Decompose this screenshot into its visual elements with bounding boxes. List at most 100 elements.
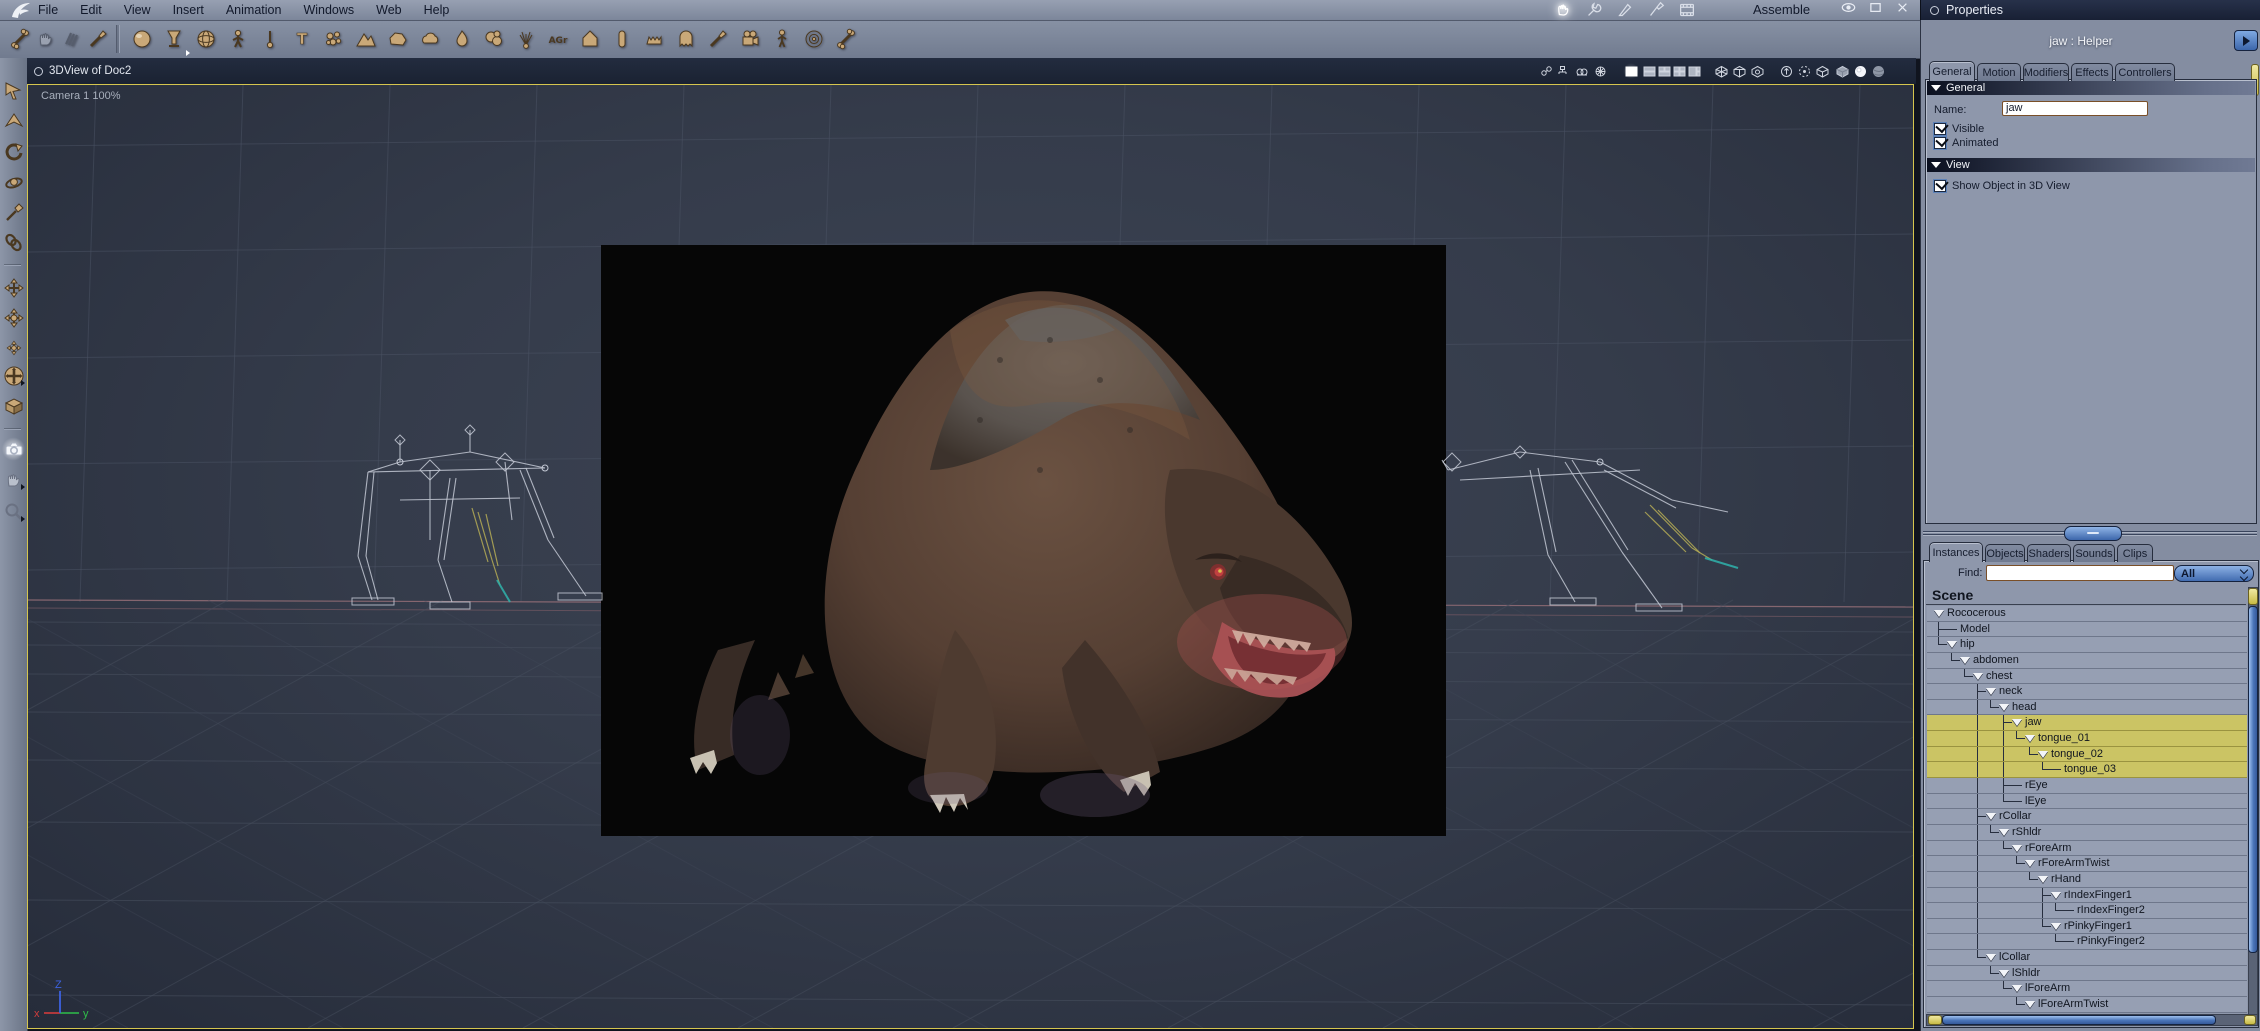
eye-icon[interactable] xyxy=(1840,0,1857,21)
insert-terrain-tool[interactable] xyxy=(354,26,378,52)
caged-sphere-icon[interactable] xyxy=(1592,63,1608,79)
properties-title-bar[interactable]: Properties xyxy=(1920,0,2260,20)
working-box-b-icon[interactable] xyxy=(1731,63,1747,79)
expand-triangle-icon[interactable] xyxy=(1960,656,1970,664)
tree-row-rindexfinger2[interactable]: rIndexFinger2 xyxy=(1927,903,2247,919)
pan-xyz-tool[interactable] xyxy=(2,276,25,300)
wrench-mode-icon[interactable] xyxy=(1583,1,1605,19)
expand-triangle-icon[interactable] xyxy=(2012,719,2022,727)
scale-tool[interactable] xyxy=(2,171,25,195)
hand-pan-tool[interactable] xyxy=(2,468,25,492)
hand-mode-icon[interactable] xyxy=(1552,1,1574,19)
show-object-checkbox[interactable] xyxy=(1934,180,1946,192)
close-icon[interactable] xyxy=(1894,0,1911,21)
camera-track-icon[interactable] xyxy=(1573,63,1589,79)
pan-plane-tool[interactable] xyxy=(2,306,25,330)
view-section-header[interactable]: View xyxy=(1927,158,2255,172)
show-object-checkbox-row[interactable]: Show Object in 3D View xyxy=(1934,180,2070,192)
expand-triangle-icon[interactable] xyxy=(1986,813,1996,821)
tab-controllers[interactable]: Controllers xyxy=(2115,63,2175,81)
maximize-icon[interactable] xyxy=(1867,0,1884,21)
paint-3d-tool[interactable] xyxy=(86,26,110,52)
insert-spray-tool[interactable] xyxy=(706,26,730,52)
tree-row-rshldr[interactable]: rShldr xyxy=(1927,824,2247,841)
expand-triangle-icon[interactable] xyxy=(2025,860,2035,868)
tree-row-lforearmtwist[interactable]: lForeArmTwist xyxy=(1927,997,2247,1013)
find-input[interactable] xyxy=(1986,565,2174,581)
layout-custom-icon[interactable] xyxy=(1686,63,1702,79)
menu-help[interactable]: Help xyxy=(424,3,450,17)
tree-row-abdomen[interactable]: abdomen xyxy=(1927,652,2247,669)
rotate-tool[interactable] xyxy=(2,141,25,165)
tree-row-rpinkyfinger2[interactable]: rPinkyFinger2 xyxy=(1927,934,2247,951)
tree-row-rcollar[interactable]: rCollar xyxy=(1927,809,2247,825)
pan-small-tool[interactable] xyxy=(2,336,25,360)
general-section-header[interactable]: General xyxy=(1927,81,2255,95)
expand-triangle-icon[interactable] xyxy=(1999,969,2009,977)
expand-triangle-icon[interactable] xyxy=(1986,954,1996,962)
viewport-canvas[interactable]: x y Z xyxy=(28,85,1913,1028)
tree-row-rococerous[interactable]: Rococerous xyxy=(1927,606,2247,622)
tree-scrollbar-thumb[interactable] xyxy=(2248,606,2258,953)
tree-row-rforearmtwist[interactable]: rForeArmTwist xyxy=(1927,856,2247,872)
tree-row-lforearm[interactable]: lForeArm xyxy=(1927,981,2247,998)
tree-row-chest[interactable]: chest xyxy=(1927,668,2247,685)
insert-globe-tool[interactable] xyxy=(194,26,218,52)
send-origin-icon[interactable] xyxy=(1778,63,1794,79)
tree-hscrollbar-right-cap[interactable] xyxy=(2244,1015,2256,1025)
tree-row-rhand[interactable]: rHand xyxy=(1927,871,2247,888)
menu-animation[interactable]: Animation xyxy=(226,3,282,17)
select-tool[interactable] xyxy=(2,80,25,104)
insert-rock-tool[interactable] xyxy=(386,26,410,52)
expand-triangle-icon[interactable] xyxy=(1999,828,2009,836)
tree-row-lshldr[interactable]: lShldr xyxy=(1927,965,2247,982)
insert-denture-tool[interactable] xyxy=(642,26,666,52)
textured-sphere-icon[interactable] xyxy=(1870,63,1886,79)
tab-modifiers[interactable]: Modifiers xyxy=(2023,63,2069,81)
tree-row-jaw[interactable]: jaw xyxy=(1927,715,2247,732)
splitter-handle[interactable] xyxy=(2064,526,2122,541)
tab-shaders[interactable]: Shaders xyxy=(2027,544,2071,562)
viewport-title-bar[interactable]: 3DView of Doc2 xyxy=(27,58,1916,84)
menu-insert[interactable]: Insert xyxy=(173,3,204,17)
menu-file[interactable]: File xyxy=(38,3,58,17)
tree-row-reye[interactable]: rEye xyxy=(1927,778,2247,794)
expand-triangle-icon[interactable] xyxy=(2038,875,2048,883)
visible-checkbox[interactable] xyxy=(1934,123,1946,135)
zoom-tool[interactable] xyxy=(2,500,25,524)
insert-capsule-tool[interactable] xyxy=(610,26,634,52)
tab-objects[interactable]: Objects xyxy=(1985,544,2025,562)
insert-autogroup-tool[interactable]: AGr xyxy=(546,26,570,52)
insert-camera-tool[interactable] xyxy=(738,26,762,52)
tree-row-leye[interactable]: lEye xyxy=(1927,793,2247,810)
insert-cloud-tool[interactable] xyxy=(418,26,442,52)
lit-sphere-icon[interactable] xyxy=(1852,63,1868,79)
interpolation-icon[interactable] xyxy=(1538,63,1554,79)
layout-single-icon[interactable] xyxy=(1623,63,1639,79)
panel-splitter[interactable] xyxy=(1921,524,2260,543)
tree-scrollbar-top-cap[interactable] xyxy=(2248,588,2258,605)
menu-web[interactable]: Web xyxy=(376,3,401,17)
insert-figure-tool[interactable] xyxy=(770,26,794,52)
insert-text-tool[interactable]: T xyxy=(290,26,314,52)
link-tool[interactable] xyxy=(2,231,25,255)
panel-expand-button[interactable] xyxy=(2234,30,2258,51)
tree-hscrollbar-left-cap[interactable] xyxy=(1928,1015,1942,1025)
ik-fingers-tool[interactable] xyxy=(60,26,84,52)
camera-pan-tool[interactable] xyxy=(2,437,25,461)
tab-sounds[interactable]: Sounds xyxy=(2073,544,2115,562)
animated-checkbox-row[interactable]: Animated xyxy=(1934,137,1998,149)
tree-row-neck[interactable]: neck xyxy=(1927,684,2247,700)
vertex-pen-mode-icon[interactable] xyxy=(1614,1,1636,19)
tree-row-tongue_02[interactable]: tongue_02 xyxy=(1927,746,2247,763)
expand-triangle-icon[interactable] xyxy=(2012,985,2022,993)
insert-spline-object-tool[interactable] xyxy=(258,26,282,52)
expand-triangle-icon[interactable] xyxy=(1986,688,1996,696)
hand-tool[interactable] xyxy=(34,26,58,52)
working-box-a-icon[interactable] xyxy=(1713,63,1729,79)
insert-cone-tool[interactable] xyxy=(578,26,602,52)
layout-4pane-icon[interactable] xyxy=(1671,63,1687,79)
insert-particles-tool[interactable] xyxy=(322,26,346,52)
tab-clips[interactable]: Clips xyxy=(2117,544,2153,562)
brush-mode-icon[interactable] xyxy=(1645,1,1667,19)
